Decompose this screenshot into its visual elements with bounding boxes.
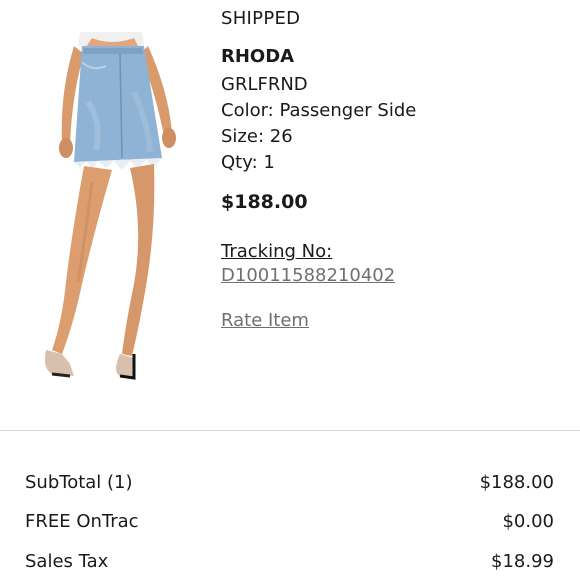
- summary-value: $0.00: [502, 510, 554, 532]
- summary-label: Sales Tax: [25, 550, 109, 572]
- item-price: $188.00: [221, 191, 308, 213]
- summary-row-sales-tax: Sales Tax $18.99: [25, 549, 554, 573]
- tracking-label: Tracking No:: [221, 241, 333, 262]
- summary-value: $18.99: [491, 550, 554, 572]
- summary-value: $188.00: [479, 471, 554, 493]
- rate-item-link[interactable]: Rate Item: [221, 310, 309, 332]
- summary-label: FREE OnTrac: [25, 510, 139, 532]
- product-name[interactable]: RHODA: [221, 46, 294, 68]
- denim-skirt-photo-icon: [44, 32, 176, 380]
- section-divider: [0, 430, 580, 431]
- brand-name: GRLFRND: [221, 74, 308, 95]
- quantity-value: Qty: 1: [221, 152, 275, 173]
- color-value: Color: Passenger Side: [221, 100, 417, 121]
- summary-label: SubTotal (1): [25, 471, 133, 493]
- product-image[interactable]: [22, 32, 192, 382]
- summary-row-shipping: FREE OnTrac $0.00: [25, 509, 554, 533]
- size-value: Size: 26: [221, 126, 293, 147]
- tracking-number-link[interactable]: D10011588210402: [221, 265, 395, 287]
- shipping-status: SHIPPED: [221, 8, 301, 29]
- summary-row-subtotal: SubTotal (1) $188.00: [25, 470, 554, 494]
